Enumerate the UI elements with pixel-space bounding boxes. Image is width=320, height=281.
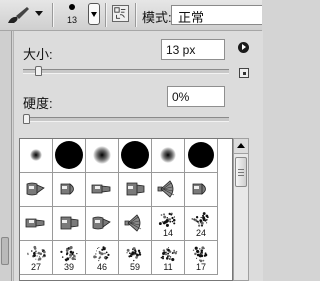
brush-preset-cell[interactable] bbox=[53, 139, 86, 173]
preset-scrollbar[interactable] bbox=[233, 138, 249, 281]
size-label: 大小: bbox=[23, 47, 53, 62]
brush-tip-icon bbox=[91, 184, 111, 194]
brush-tip-icon bbox=[192, 183, 206, 195]
brush-tip-icon bbox=[126, 182, 145, 196]
brush-preset-cell[interactable] bbox=[152, 139, 185, 173]
brush-preset-cell[interactable] bbox=[185, 173, 218, 207]
brush-tip-icon bbox=[121, 141, 149, 169]
brush-tip-icon bbox=[26, 182, 45, 196]
left-panel-edge bbox=[0, 31, 12, 281]
toolbar-divider bbox=[52, 3, 53, 27]
brush-preset-cell[interactable] bbox=[20, 139, 53, 173]
brush-tip-preview bbox=[69, 4, 75, 10]
size-slider[interactable] bbox=[23, 69, 229, 74]
brush-preset-cell[interactable] bbox=[119, 173, 152, 207]
brush-preset-cell[interactable] bbox=[152, 173, 185, 207]
brush-preset-cell[interactable]: 46 bbox=[86, 241, 119, 275]
brush-tip-icon bbox=[55, 141, 83, 169]
brush-preset-cell[interactable] bbox=[86, 139, 119, 173]
brush-tip-icon bbox=[60, 216, 79, 230]
brush-preset-cell[interactable]: 27 bbox=[20, 241, 53, 275]
brush-tip-icon bbox=[93, 146, 111, 164]
scrollbar-thumb[interactable] bbox=[235, 157, 247, 187]
brush-tip-icon bbox=[188, 142, 214, 168]
brush-preset-cell[interactable]: 24 bbox=[185, 207, 218, 241]
brush-preset-picker[interactable]: 13 bbox=[59, 2, 85, 28]
brush-tip-icon bbox=[157, 180, 175, 198]
toolbar-divider bbox=[105, 3, 106, 27]
brush-tip-icon bbox=[25, 218, 45, 228]
brush-size-label: 59 bbox=[129, 262, 140, 272]
brush-size-label: 46 bbox=[96, 262, 107, 272]
panel-collapse-handle[interactable] bbox=[1, 237, 9, 265]
brush-preset-cell[interactable] bbox=[119, 139, 152, 173]
options-bar: 13 模式: 正常 bbox=[0, 0, 262, 31]
brush-preset-cell[interactable]: 39 bbox=[53, 241, 86, 275]
chevron-down-icon[interactable] bbox=[34, 8, 44, 18]
brush-size-label: 14 bbox=[162, 228, 173, 238]
mode-select[interactable]: 正常 bbox=[171, 5, 262, 25]
brush-tip-icon bbox=[92, 216, 111, 230]
hardness-label: 硬度: bbox=[23, 96, 53, 111]
brush-preset-panel: 大小: 13 px 硬度: 0% 14 24 27 39 46 59 11 17 bbox=[13, 31, 263, 281]
brush-preset-cell[interactable] bbox=[53, 207, 86, 241]
toolbar-divider bbox=[135, 3, 136, 27]
brush-preset-cell[interactable] bbox=[86, 173, 119, 207]
hardness-slider[interactable] bbox=[23, 117, 229, 122]
hardness-input[interactable]: 0% bbox=[167, 86, 225, 107]
brush-preset-dropdown-button[interactable] bbox=[88, 3, 100, 25]
size-slider-thumb[interactable] bbox=[34, 66, 42, 76]
brush-preset-cell[interactable]: 11 bbox=[152, 241, 185, 275]
brush-preset-cell[interactable]: 17 bbox=[185, 241, 218, 275]
brush-tip-icon bbox=[30, 149, 42, 161]
brush-size-preview: 13 bbox=[66, 15, 77, 25]
brush-preset-cell[interactable] bbox=[20, 173, 53, 207]
brush-preset-cell[interactable] bbox=[185, 139, 218, 173]
hardness-slider-thumb[interactable] bbox=[23, 114, 30, 124]
brush-preset-cell[interactable] bbox=[119, 207, 152, 241]
brush-preset-cell[interactable]: 59 bbox=[119, 241, 152, 275]
brush-size-label: 39 bbox=[63, 262, 74, 272]
brush-size-label: 24 bbox=[195, 228, 206, 238]
brush-icon[interactable] bbox=[5, 4, 31, 26]
brush-size-label: 17 bbox=[195, 262, 206, 272]
brush-preset-cell[interactable] bbox=[86, 207, 119, 241]
new-preset-icon[interactable] bbox=[239, 68, 249, 78]
size-input[interactable]: 13 px bbox=[161, 39, 225, 60]
brush-panel-toggle-icon[interactable] bbox=[112, 5, 129, 22]
brush-preset-cell[interactable]: 14 bbox=[152, 207, 185, 241]
brush-tip-icon bbox=[60, 183, 74, 195]
brush-size-label: 11 bbox=[163, 262, 173, 272]
brush-preset-grid: 14 24 27 39 46 59 11 17 bbox=[19, 138, 233, 281]
brush-tip-icon bbox=[124, 214, 142, 232]
brush-tip-icon bbox=[160, 147, 176, 163]
brush-size-label: 27 bbox=[30, 262, 41, 272]
scroll-up-icon[interactable] bbox=[234, 139, 248, 154]
brush-preset-cell[interactable] bbox=[20, 207, 53, 241]
brush-preset-cell[interactable] bbox=[53, 173, 86, 207]
mode-label: 模式: bbox=[142, 10, 172, 25]
panel-menu-arrow-icon[interactable] bbox=[238, 42, 249, 53]
